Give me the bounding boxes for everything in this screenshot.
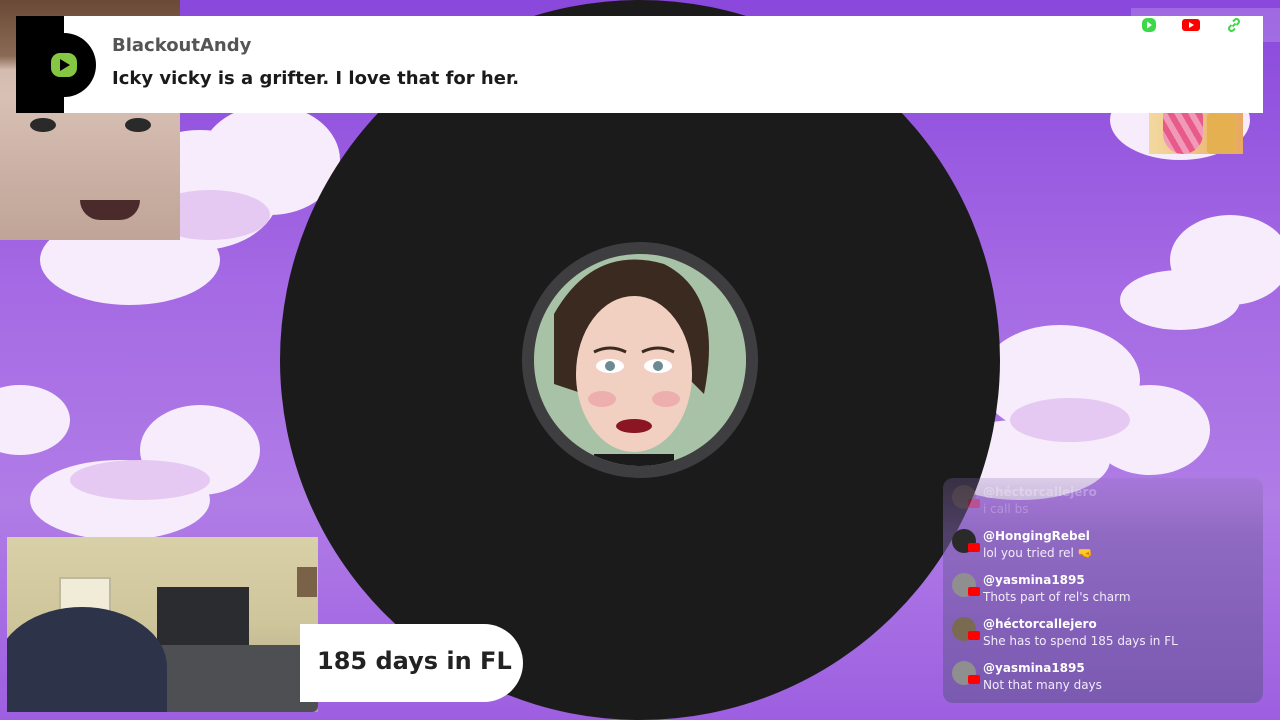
link-viewers-stat: 0 [1226, 16, 1257, 34]
rumble-viewers-stat: 5 [1141, 16, 1172, 34]
youtube-badge-icon [968, 499, 980, 508]
chat-username: @héctorcallejero [983, 617, 1097, 631]
chat-text: i call bs [983, 502, 1029, 516]
webcam-person [7, 607, 167, 712]
chat-text: Not that many days [983, 678, 1102, 692]
chat-text: lol you tried rel 🤜 [983, 546, 1093, 560]
webcam-bottom-left [7, 537, 318, 712]
chat-username: @HongingRebel [983, 529, 1090, 543]
rumble-viewers-count: 5 [1162, 16, 1173, 34]
record-label-photo [534, 254, 746, 466]
youtube-badge-icon [968, 587, 980, 596]
chat-text: Thots part of rel's charm [983, 590, 1131, 604]
rumble-logo-icon [32, 33, 96, 97]
portrait-image [534, 254, 746, 466]
youtube-icon [1182, 19, 1201, 31]
link-icon [1227, 18, 1240, 32]
youtube-badge-icon [968, 675, 980, 684]
chat-message: @héctorcallejero She has to spend 185 da… [952, 617, 1252, 653]
youtube-badge-icon [968, 543, 980, 552]
chat-message: @héctorcallejero i call bs [952, 485, 1252, 521]
youtube-badge-icon [968, 631, 980, 640]
featured-comment-banner [16, 16, 1263, 113]
chat-username: @yasmina1895 [983, 661, 1085, 675]
webcam-mouth [80, 200, 140, 220]
corner-artwork-hair [1163, 113, 1203, 154]
chat-message: @yasmina1895 Not that many days [952, 661, 1252, 697]
featured-comment-message: Icky vicky is a grifter. I love that for… [112, 68, 520, 89]
featured-comment-username: BlackoutAndy [112, 35, 252, 56]
caption-text: 185 days in FL [317, 647, 512, 675]
webcam-eye-right [125, 118, 151, 132]
webcam-eye-left [30, 118, 56, 132]
link-viewers-count: 0 [1246, 16, 1258, 34]
corner-artwork [1149, 113, 1243, 154]
chat-message: @HongingRebel lol you tried rel 🤜 [952, 529, 1252, 565]
rumble-play-icon [1142, 18, 1156, 32]
youtube-viewers-stat: 3 [1182, 16, 1216, 34]
webcam-wall-frame [297, 567, 317, 597]
chat-message: @yasmina1895 Thots part of rel's charm [952, 573, 1252, 609]
corner-artwork-giraffe [1207, 113, 1235, 154]
chat-username: @yasmina1895 [983, 573, 1085, 587]
youtube-viewers-count: 3 [1205, 16, 1216, 34]
chat-username: @héctorcallejero [983, 485, 1097, 499]
chat-text: She has to spend 185 days in FL [983, 634, 1178, 648]
webcam-tv [157, 587, 249, 647]
stream-stats: 5 3 0 [1131, 8, 1280, 42]
